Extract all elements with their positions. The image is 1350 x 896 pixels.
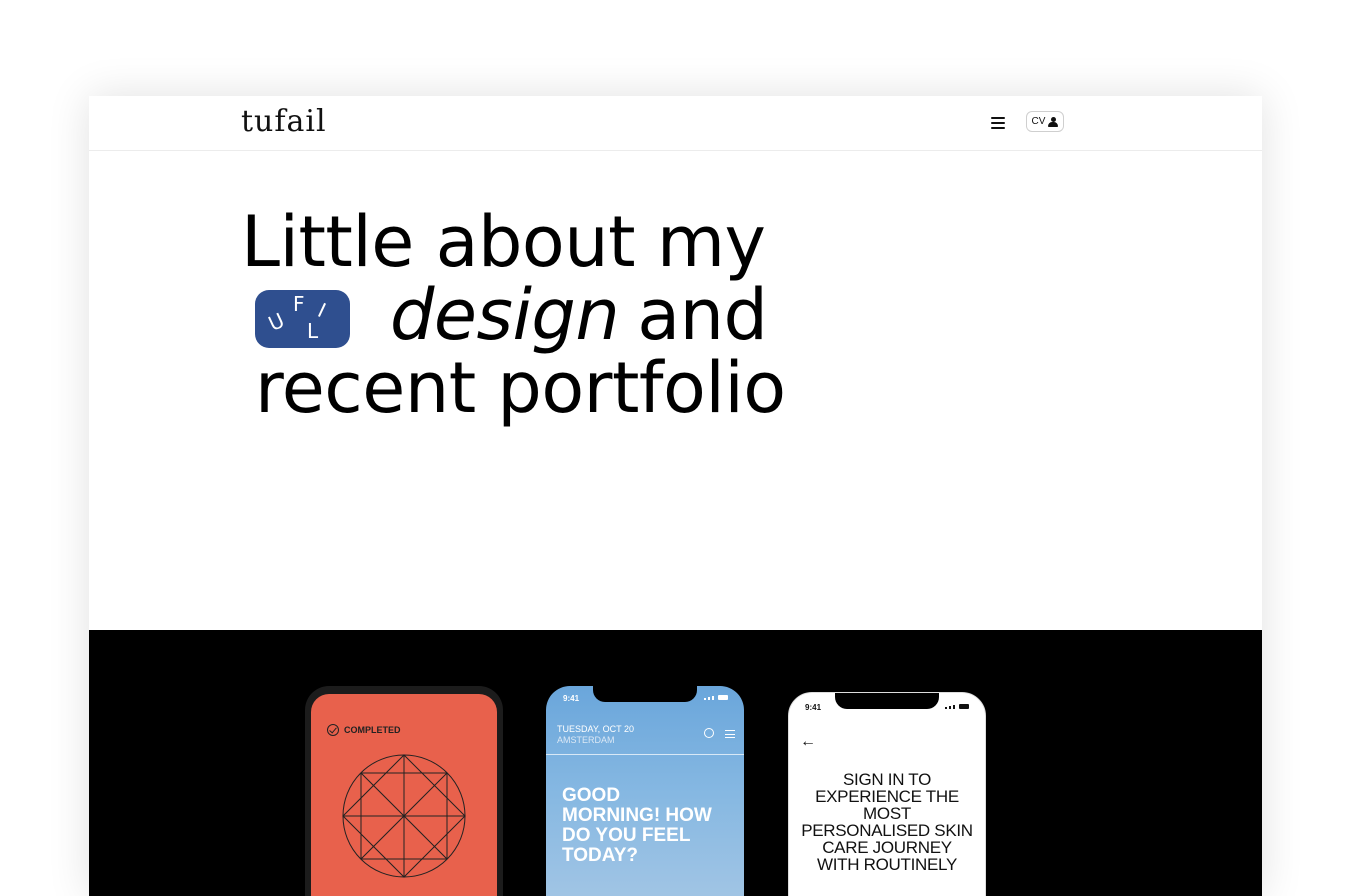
site-header: tufail CV <box>89 96 1262 151</box>
phone-mockup-greeting[interactable]: 9:41 TUESDAY, OCT 20 AMSTERDAM GOOD MORN… <box>546 686 744 896</box>
cv-button[interactable]: CV <box>1026 111 1064 132</box>
phone-screen: COMPLETED <box>311 694 497 896</box>
badge-letter: F <box>293 291 305 316</box>
signal-battery-icon <box>704 695 728 700</box>
hamburger-icon[interactable] <box>989 114 1007 132</box>
tufail-badge: U F I L <box>255 289 350 348</box>
hero-line-1: Little about my <box>241 201 766 283</box>
phone-notch <box>593 686 697 702</box>
geometric-pattern-icon <box>342 754 466 878</box>
status-time: 9:41 <box>805 703 822 712</box>
check-circle-icon <box>327 724 339 736</box>
list-icon <box>725 730 735 738</box>
cv-label: CV <box>1031 116 1046 127</box>
logo[interactable]: tufail <box>241 104 327 139</box>
hero-and-word: and <box>637 274 768 356</box>
phone-notch <box>835 693 939 709</box>
hero-design-word: design <box>390 274 620 356</box>
profile-icon <box>704 728 714 738</box>
user-icon <box>1048 116 1059 127</box>
badge-letter: I <box>314 297 330 322</box>
portfolio-showcase: COMPLETED 9:41 TUESDAY, OCT 20 AMSTERDAM… <box>89 630 1262 896</box>
signal-battery-icon <box>945 704 969 709</box>
greeting-text: GOOD MORNING! HOW DO YOU FEEL TODAY? <box>562 785 712 866</box>
signin-headline: SIGN IN TO EXPERIENCE THE MOST PERSONALI… <box>801 770 973 874</box>
browser-frame: tufail CV Little about my U F I L design… <box>89 96 1262 896</box>
hero-line-2: U F I L design and <box>241 279 786 352</box>
back-arrow-icon: ← <box>800 733 816 750</box>
phone-mockup-signin[interactable]: 9:41 ← SIGN IN TO EXPERIENCE THE MOST PE… <box>788 692 986 896</box>
city-label: AMSTERDAM <box>557 735 615 745</box>
completed-status: COMPLETED <box>327 724 401 736</box>
completed-label: COMPLETED <box>344 725 401 735</box>
badge-letter: U <box>264 307 288 336</box>
phone-mockup-completed[interactable]: COMPLETED <box>305 686 503 896</box>
hero-line-3: recent portfolio <box>255 347 786 429</box>
badge-letter: L <box>307 318 318 343</box>
date-label: TUESDAY, OCT 20 <box>557 724 635 734</box>
divider <box>546 754 744 755</box>
status-time: 9:41 <box>563 694 580 703</box>
hero-heading: Little about my U F I L design and recen… <box>241 206 786 425</box>
